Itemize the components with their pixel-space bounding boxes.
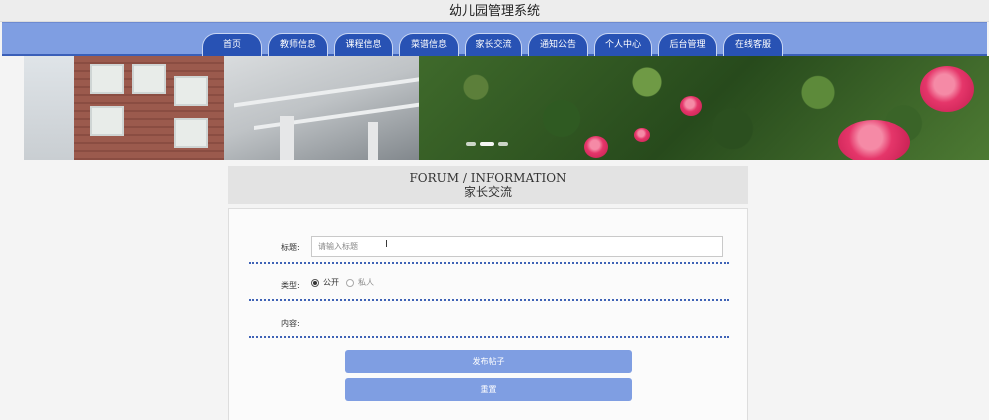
banner-carousel[interactable] — [24, 56, 989, 160]
divider — [249, 336, 729, 338]
nav-tab-admin[interactable]: 后台管理 — [658, 33, 717, 57]
nav-tab-menu-info[interactable]: 菜谱信息 — [399, 33, 459, 57]
section-title-en: FORUM / INFORMATION — [409, 171, 567, 185]
content-label: 内容: — [281, 319, 300, 328]
nav-tab-online-service[interactable]: 在线客服 — [723, 33, 783, 57]
banner-window — [90, 64, 124, 94]
banner-pillar — [368, 122, 378, 160]
divider — [249, 299, 729, 301]
app-title: 幼儿园管理系统 — [448, 4, 540, 19]
main-nav: 首页 教师信息 课程信息 菜谱信息 家长交流 通知公告 个人中心 后台管理 在线… — [2, 22, 987, 57]
forum-post-form: 标题: I 类型: 公开 私人 内容: 发布帖子 重置 — [228, 208, 748, 420]
type-radio-public[interactable]: 公开 — [311, 277, 339, 288]
radio-unchecked-icon[interactable] — [346, 278, 354, 287]
text-cursor-icon: I — [385, 239, 388, 250]
type-label: 类型: — [281, 281, 300, 290]
banner-dot-active[interactable] — [480, 142, 494, 146]
banner-flower — [584, 136, 608, 158]
nav-tab-home[interactable]: 首页 — [202, 33, 262, 57]
section-title-cn: 家长交流 — [463, 185, 512, 199]
type-radio-private[interactable]: 私人 — [346, 277, 374, 288]
banner-dot[interactable] — [466, 142, 476, 146]
banner-window — [132, 64, 166, 94]
nav-tab-parent-forum[interactable]: 家长交流 — [465, 33, 522, 57]
divider — [249, 262, 729, 264]
title-label: 标题: — [281, 243, 300, 252]
banner-flower — [680, 96, 702, 116]
nav-tab-personal-center[interactable]: 个人中心 — [594, 33, 652, 57]
submit-post-button[interactable]: 发布帖子 — [345, 350, 632, 373]
type-option-public-label: 公开 — [323, 278, 339, 287]
section-header: FORUM / INFORMATION 家长交流 — [228, 166, 748, 204]
nav-tab-notices[interactable]: 通知公告 — [528, 33, 588, 57]
type-option-private-label: 私人 — [358, 278, 374, 287]
title-input[interactable] — [311, 236, 723, 257]
nav-tabs: 首页 教师信息 课程信息 菜谱信息 家长交流 通知公告 个人中心 后台管理 在线… — [202, 33, 789, 57]
banner-dot[interactable] — [498, 142, 508, 146]
radio-checked-icon[interactable] — [311, 278, 319, 287]
banner-pagination — [466, 142, 508, 146]
banner-pillar — [280, 116, 294, 160]
nav-tab-teacher-info[interactable]: 教师信息 — [268, 33, 328, 57]
banner-flower — [838, 120, 910, 160]
banner-window — [174, 76, 208, 106]
reset-button[interactable]: 重置 — [345, 378, 632, 401]
banner-flower — [920, 66, 974, 112]
nav-tab-course-info[interactable]: 课程信息 — [334, 33, 393, 57]
banner-flower — [634, 128, 650, 142]
banner-window — [90, 106, 124, 136]
app-title-bar: 幼儿园管理系统 — [0, 0, 989, 22]
banner-window — [174, 118, 208, 148]
